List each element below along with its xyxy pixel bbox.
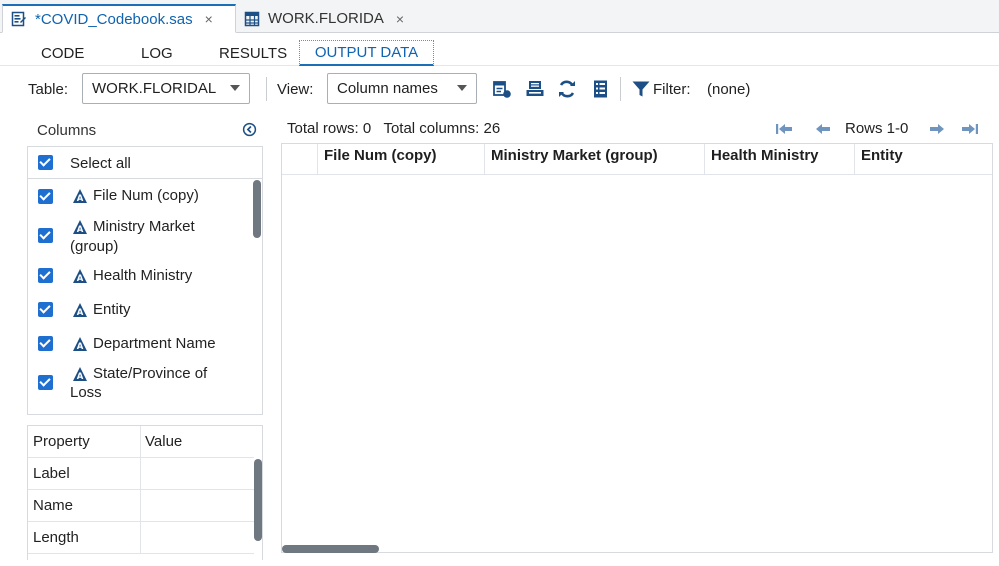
- column-label: Entity: [93, 301, 131, 318]
- character-column-icon: A: [73, 337, 87, 352]
- sub-tab-bar: CODE LOG RESULTS OUTPUT DATA: [0, 34, 999, 66]
- column-label-line2: (group): [70, 238, 119, 255]
- column-label-line1: State/Province of: [93, 365, 208, 382]
- divider: [140, 490, 141, 521]
- table-row: Length: [28, 522, 254, 554]
- export-icon[interactable]: [525, 79, 545, 99]
- table-label: Table:: [28, 81, 69, 98]
- select-all-label: Select all: [70, 155, 131, 172]
- column-checkbox[interactable]: [38, 302, 53, 317]
- tab-log[interactable]: LOG: [141, 40, 173, 66]
- column-checkbox[interactable]: [38, 228, 53, 243]
- grid-horizontal-scrollbar[interactable]: [282, 545, 379, 553]
- next-page-icon[interactable]: [928, 121, 946, 137]
- first-page-icon[interactable]: [775, 121, 793, 137]
- column-label: File Num (copy): [93, 187, 199, 204]
- property-name: Name: [33, 497, 74, 514]
- table-select[interactable]: WORK.FLORIDAL: [82, 73, 250, 104]
- character-column-icon: A: [73, 220, 87, 235]
- svg-text:A: A: [77, 308, 84, 318]
- chevron-down-icon: [230, 85, 240, 91]
- character-column-icon: A: [73, 367, 87, 382]
- tab-results[interactable]: RESULTS: [219, 40, 287, 66]
- table-row: Label: [28, 458, 254, 490]
- column-header-health-ministry[interactable]: Health Ministry: [705, 144, 855, 175]
- file-tab-florida[interactable]: WORK.FLORIDA ×: [236, 4, 416, 33]
- svg-text:A: A: [77, 225, 84, 235]
- total-columns: Total columns: 26: [383, 120, 501, 137]
- columns-panel-title: Columns: [37, 122, 97, 139]
- total-rows: Total rows: 0: [287, 120, 372, 137]
- divider: [266, 77, 267, 101]
- file-tab-bar: *COVID_Codebook.sas × WORK.FLORIDA ×: [0, 0, 999, 33]
- column-header-entity[interactable]: Entity: [855, 144, 992, 175]
- property-header: Property: [33, 433, 90, 450]
- column-label-line2: Loss: [70, 384, 102, 401]
- collapse-panel-icon[interactable]: [242, 122, 257, 137]
- previous-page-icon[interactable]: [814, 121, 832, 137]
- view-select[interactable]: Column names: [327, 73, 477, 104]
- column-label: Health Ministry: [93, 267, 193, 284]
- column-checkbox[interactable]: [38, 375, 53, 390]
- row-number-header: [282, 144, 318, 175]
- divider: [140, 522, 141, 553]
- divider: [140, 458, 141, 489]
- column-header-file-num[interactable]: File Num (copy): [318, 144, 485, 175]
- filter-icon[interactable]: [631, 79, 651, 99]
- file-tab-codebook[interactable]: *COVID_Codebook.sas ×: [2, 4, 236, 33]
- rows-range: Rows 1-0: [845, 120, 909, 137]
- data-grid: File Num (copy) Ministry Market (group) …: [281, 143, 993, 553]
- property-name: Length: [33, 529, 79, 546]
- close-icon[interactable]: ×: [205, 11, 213, 27]
- select-all-checkbox[interactable]: [38, 155, 53, 170]
- column-label: Department Name: [93, 335, 216, 352]
- svg-text:A: A: [77, 342, 84, 352]
- property-name: Label: [33, 465, 70, 482]
- close-icon[interactable]: ×: [396, 11, 404, 27]
- svg-text:A: A: [77, 194, 84, 204]
- character-column-icon: A: [73, 269, 87, 284]
- properties-header-row: Property Value: [28, 426, 254, 458]
- file-tab-label: *COVID_Codebook.sas: [35, 10, 193, 28]
- column-list-icon[interactable]: [591, 79, 611, 99]
- chevron-down-icon: [457, 85, 467, 91]
- columns-scrollbar[interactable]: [253, 180, 261, 238]
- sas-program-icon: [11, 11, 26, 27]
- last-page-icon[interactable]: [961, 121, 979, 137]
- toolbar: Table: WORK.FLORIDAL View: Column names: [0, 66, 999, 116]
- character-column-icon: A: [73, 303, 87, 318]
- table-select-value: WORK.FLORIDAL: [92, 80, 217, 97]
- view-select-value: Column names: [337, 80, 438, 97]
- properties-table: Property Value Label Name Length: [27, 425, 263, 560]
- column-checkbox[interactable]: [38, 336, 53, 351]
- table-row: Name: [28, 490, 254, 522]
- file-tab-label: WORK.FLORIDA: [268, 10, 384, 27]
- column-header-ministry-market[interactable]: Ministry Market (group): [485, 144, 705, 175]
- filter-label: Filter:: [653, 81, 691, 98]
- tab-output-data[interactable]: OUTPUT DATA: [299, 40, 434, 66]
- view-label: View:: [277, 81, 314, 98]
- column-checkbox[interactable]: [38, 189, 53, 204]
- svg-text:A: A: [77, 372, 84, 382]
- divider: [140, 426, 141, 457]
- character-column-icon: A: [73, 189, 87, 204]
- value-header: Value: [145, 433, 183, 450]
- select-all-row[interactable]: Select all: [28, 147, 262, 179]
- refresh-icon[interactable]: [557, 79, 577, 99]
- tab-code[interactable]: CODE: [41, 40, 84, 66]
- table-properties-icon[interactable]: [492, 79, 512, 99]
- divider: [620, 77, 621, 101]
- grid-stats: Total rows: 0 Total columns: 26: [287, 120, 500, 137]
- column-checkbox[interactable]: [38, 268, 53, 283]
- table-icon: [244, 11, 260, 26]
- grid-header-row: File Num (copy) Ministry Market (group) …: [282, 144, 992, 175]
- svg-text:A: A: [77, 274, 84, 284]
- properties-scrollbar[interactable]: [254, 459, 262, 541]
- column-label-line1: Ministry Market: [93, 218, 195, 235]
- filter-value: (none): [707, 81, 751, 98]
- columns-list: Select all A File Num (copy) A Ministry …: [27, 146, 263, 415]
